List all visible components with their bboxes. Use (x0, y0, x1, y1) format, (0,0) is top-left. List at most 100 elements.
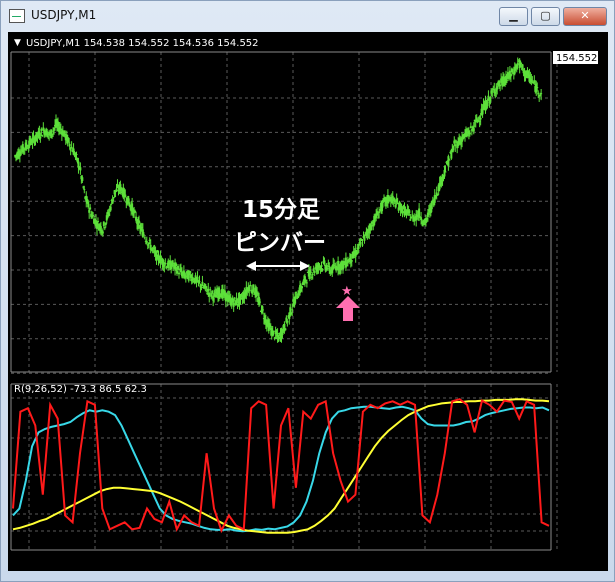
candle-body (540, 93, 543, 95)
candle-body (235, 298, 238, 305)
chart-canvas[interactable]: ▼ USDJPY,M1 154.538 154.552 154.536 154.5… (8, 32, 608, 571)
candle-body (521, 64, 524, 69)
candle-body (469, 126, 472, 128)
chart-window-icon (9, 9, 25, 23)
star-icon: ★ (341, 284, 353, 299)
price-tick-label: 154.345 (560, 156, 608, 175)
candle-body (135, 216, 138, 221)
candle-body (205, 286, 208, 289)
candle-body (79, 167, 82, 171)
candle-body (40, 128, 43, 131)
candle-body (207, 288, 210, 292)
candle-body (88, 209, 91, 213)
candle-body (248, 286, 251, 292)
maximize-button[interactable]: ▢ (531, 7, 560, 26)
candle-body (41, 135, 44, 137)
candle-body (83, 189, 86, 191)
candle-body (232, 302, 235, 307)
price-tick-label: 154.475 (560, 87, 608, 106)
annotation-pinbar: ピンバー (234, 230, 326, 256)
candle-body (448, 159, 451, 161)
candle-body (499, 84, 502, 87)
chart-symbol-info: USDJPY,M1 154.538 154.552 154.536 154.55… (26, 38, 259, 49)
candle-body (359, 241, 362, 245)
candle-body (89, 207, 92, 210)
candle-body (468, 132, 471, 135)
candle-body (176, 270, 179, 274)
candle-body (363, 234, 366, 241)
price-tick-label: 154.150 (560, 259, 608, 278)
indicator-tick-label: 80 (560, 427, 580, 446)
candle-body (164, 263, 167, 265)
candle-body (87, 201, 90, 208)
price-tick-label: 154.085 (560, 293, 608, 312)
candle-body (175, 263, 178, 267)
annotation-timeframe: 15分足 (242, 197, 320, 223)
time-axis-label: 7 May 12:09 (532, 550, 608, 569)
candle-body (516, 63, 519, 66)
candle-body (198, 281, 201, 283)
candle-body (361, 244, 364, 246)
candle-body (447, 156, 450, 167)
candle-body (177, 265, 180, 269)
price-tick-label: 154.020 (560, 328, 608, 347)
candle-body (209, 289, 212, 291)
candle-body (200, 286, 203, 289)
candle-body (124, 194, 127, 198)
candle-body (68, 144, 71, 147)
up-arrow-icon (336, 296, 360, 321)
candle-body (309, 271, 312, 274)
candle-body (311, 273, 314, 275)
indicator-tick-label: 100 (560, 386, 591, 405)
candle-body (350, 260, 353, 262)
candle-body (489, 97, 492, 102)
candle-body (102, 221, 105, 227)
candle-body (305, 282, 308, 284)
candle-body (505, 79, 508, 81)
indicator-tick-label: 0.00 (560, 464, 596, 483)
window-title: USDJPY,M1 (31, 8, 97, 22)
candle-body (32, 135, 35, 137)
chart-svg[interactable]: ▼ USDJPY,M1 154.538 154.552 154.536 154.5… (8, 32, 608, 571)
candle-body (75, 154, 78, 156)
candle-body (109, 206, 112, 211)
candle-body (479, 117, 482, 120)
candle-body (408, 210, 411, 213)
close-button[interactable]: ✕ (563, 7, 607, 26)
candle-body (401, 211, 404, 214)
candle-body (142, 234, 145, 236)
title-bar[interactable]: USDJPY,M1 ▁ ▢ ✕ (1, 1, 614, 29)
candle-body (536, 87, 539, 89)
candle-body (418, 208, 421, 218)
price-tick-label: 154.410 (560, 121, 608, 140)
indicator-label: R(9,26,52) -73.3 86.5 62.3 (14, 384, 147, 395)
candle-body (67, 138, 70, 142)
candle-body (487, 95, 490, 98)
candle-body (450, 152, 453, 159)
candle-body (233, 297, 236, 299)
price-tick-label: 154.215 (560, 225, 608, 244)
candle-body (277, 336, 280, 342)
candle-body (143, 237, 146, 239)
candle-body (177, 272, 180, 275)
candle-body (291, 309, 294, 311)
minimize-button[interactable]: ▁ (499, 7, 528, 26)
candle-body (115, 188, 118, 192)
candle-body (444, 171, 447, 173)
candle-body (252, 284, 255, 292)
candle-body (284, 328, 287, 331)
candle-body (39, 137, 42, 139)
candle-body (537, 92, 540, 95)
price-tick-label: 154.280 (560, 191, 608, 210)
candle-body (215, 294, 218, 298)
candle-body (394, 204, 397, 208)
chart-menu-arrow-icon[interactable]: ▼ (14, 38, 21, 48)
candle-body (272, 330, 275, 332)
candle-body (410, 217, 413, 219)
candle-body (101, 231, 104, 234)
candle-body (96, 220, 99, 222)
candle-body (326, 268, 329, 270)
candle-body (486, 102, 489, 107)
candle-body (491, 91, 494, 93)
indicator-line-slow (12, 398, 550, 534)
